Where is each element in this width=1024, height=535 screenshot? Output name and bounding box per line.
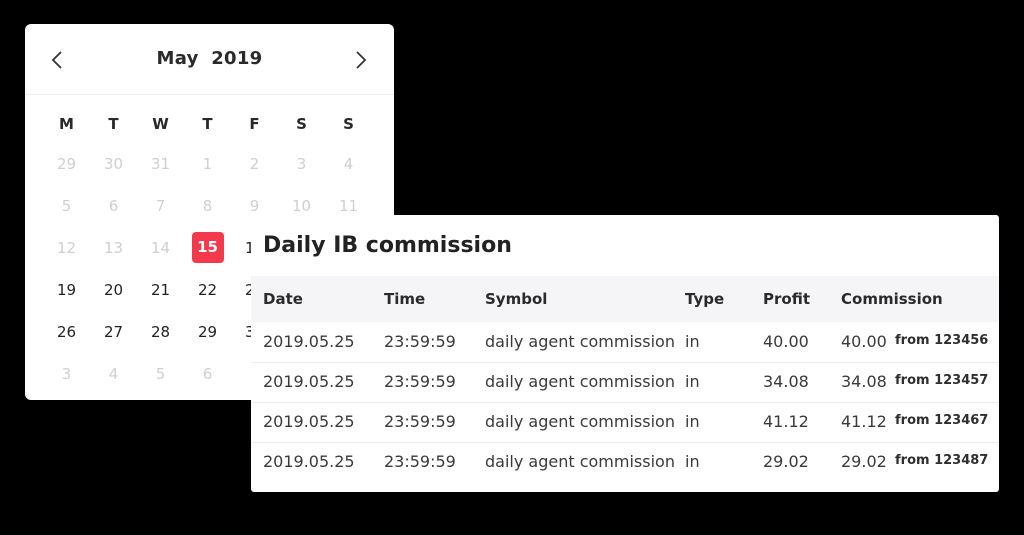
column-header-symbol[interactable]: Symbol	[485, 290, 547, 308]
cell-profit: 29.02	[763, 452, 809, 471]
cell-commission: 34.08	[841, 372, 887, 391]
cell-type: in	[685, 452, 700, 471]
cell-time: 23:59:59	[384, 452, 456, 471]
table-row[interactable]: 2019.05.25 23:59:59 daily agent commissi…	[251, 322, 999, 363]
cell-time: 23:59:59	[384, 412, 456, 431]
calendar-year: 2019	[211, 48, 263, 69]
cell-type: in	[685, 372, 700, 391]
calendar-day[interactable]: 31	[137, 153, 184, 195]
calendar-day[interactable]: 3	[43, 363, 90, 405]
calendar-day[interactable]: 19	[43, 279, 90, 321]
calendar-day[interactable]: 7	[137, 195, 184, 237]
cell-time: 23:59:59	[384, 372, 456, 391]
calendar-day[interactable]: 5	[137, 363, 184, 405]
calendar-day[interactable]: 20	[90, 279, 137, 321]
calendar-day[interactable]: 22	[184, 279, 231, 321]
cell-profit: 40.00	[763, 332, 809, 351]
weekday-label: F	[249, 115, 260, 133]
table-row[interactable]: 2019.05.25 23:59:59 daily agent commissi…	[251, 402, 999, 443]
calendar-day[interactable]: 30	[90, 153, 137, 195]
calendar-day[interactable]: 14	[137, 237, 184, 279]
cell-type: in	[685, 332, 700, 351]
cell-symbol: daily agent commission	[485, 372, 675, 391]
calendar-day[interactable]: 6	[90, 195, 137, 237]
calendar-month-title: May 2019	[25, 48, 394, 69]
calendar-day[interactable]: 29	[184, 321, 231, 363]
calendar-day[interactable]: 29	[43, 153, 90, 195]
calendar-day[interactable]: 28	[137, 321, 184, 363]
cell-time: 23:59:59	[384, 332, 456, 351]
table-row[interactable]: 2019.05.25 23:59:59 daily agent commissi…	[251, 442, 999, 482]
cell-symbol: daily agent commission	[485, 452, 675, 471]
calendar-day[interactable]: 1	[184, 153, 231, 195]
calendar-day[interactable]: 27	[90, 321, 137, 363]
cell-profit: 41.12	[763, 412, 809, 431]
column-header-date[interactable]: Date	[263, 290, 303, 308]
cell-date: 2019.05.25	[263, 452, 355, 471]
selected-day-label: 15	[191, 232, 224, 263]
cell-date: 2019.05.25	[263, 372, 355, 391]
column-header-commission[interactable]: Commission	[841, 290, 943, 308]
cell-type: in	[685, 412, 700, 431]
column-header-type[interactable]: Type	[685, 290, 724, 308]
table-row[interactable]: 2019.05.25 23:59:59 daily agent commissi…	[251, 362, 999, 403]
calendar-day[interactable]: 3	[278, 153, 325, 195]
cell-profit: 34.08	[763, 372, 809, 391]
next-month-button[interactable]	[348, 46, 374, 74]
cell-symbol: daily agent commission	[485, 332, 675, 351]
calendar-day[interactable]: 26	[43, 321, 90, 363]
calendar-day[interactable]: 5	[43, 195, 90, 237]
calendar-day-selected[interactable]: 15	[184, 232, 231, 279]
weekday-label: M	[59, 115, 74, 133]
weekday-label: S	[296, 115, 307, 133]
cell-commission: 41.12	[841, 412, 887, 431]
calendar-header: May 2019	[25, 24, 394, 95]
commission-table-card: Daily IB commission Date Time Symbol Typ…	[251, 215, 999, 492]
calendar-day[interactable]: 4	[325, 153, 372, 195]
column-header-time[interactable]: Time	[384, 290, 425, 308]
calendar-day[interactable]: 8	[184, 195, 231, 237]
cell-commission-source: from 123457	[895, 373, 989, 388]
cell-date: 2019.05.25	[263, 412, 355, 431]
column-header-profit[interactable]: Profit	[763, 290, 810, 308]
weekday-label: W	[152, 115, 169, 133]
cell-commission-source: from 123467	[895, 413, 989, 428]
cell-commission-source: from 123487	[895, 453, 989, 468]
calendar-month: May	[156, 48, 199, 69]
calendar-day[interactable]: 2	[231, 153, 278, 195]
weekday-label: S	[343, 115, 354, 133]
cell-date: 2019.05.25	[263, 332, 355, 351]
chevron-right-icon	[356, 51, 367, 69]
cell-commission: 29.02	[841, 452, 887, 471]
calendar-day[interactable]: 21	[137, 279, 184, 321]
weekday-label: T	[202, 115, 213, 133]
weekday-header-row: M T W T F S S	[43, 111, 372, 153]
table-header-row: Date Time Symbol Type Profit Commission	[251, 276, 999, 322]
table-title: Daily IB commission	[263, 233, 512, 258]
cell-symbol: daily agent commission	[485, 412, 675, 431]
calendar-day[interactable]: 6	[184, 363, 231, 405]
calendar-day[interactable]: 13	[90, 237, 137, 279]
calendar-day[interactable]: 12	[43, 237, 90, 279]
cell-commission: 40.00	[841, 332, 887, 351]
calendar-week-row: 29 30 31 1 2 3 4	[43, 153, 372, 195]
cell-commission-source: from 123456	[895, 333, 989, 348]
calendar-day[interactable]: 4	[90, 363, 137, 405]
weekday-label: T	[108, 115, 119, 133]
